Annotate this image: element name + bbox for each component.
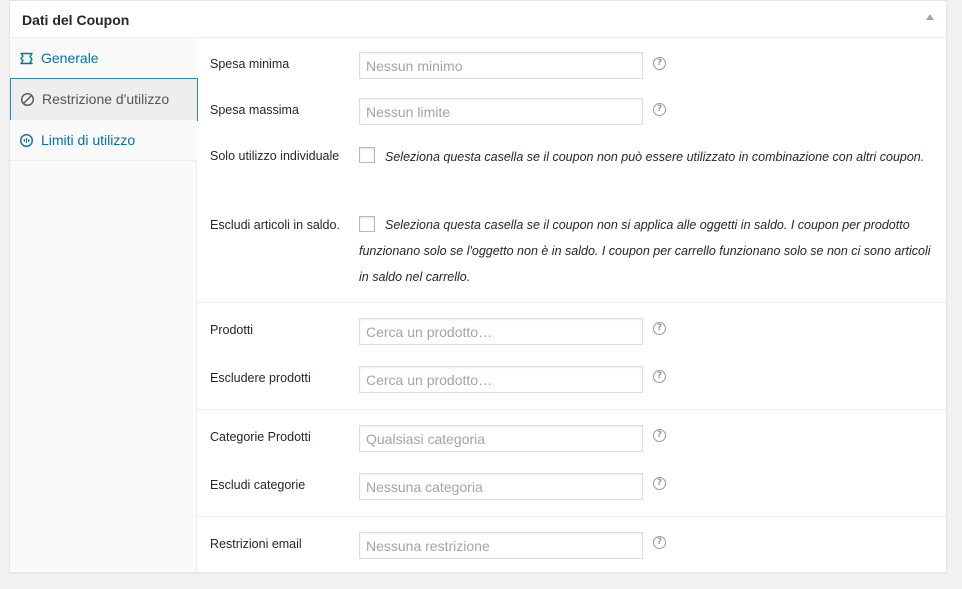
exclude-sale-items-label: Escludi articoli in saldo. — [210, 218, 340, 232]
tab-generale[interactable]: Generale — [10, 38, 197, 79]
help-icon[interactable]: ? — [653, 57, 666, 70]
products-search-input[interactable] — [359, 318, 643, 345]
exclude-sale-items-description: Seleziona questa casella se il coupon no… — [359, 218, 931, 284]
collapse-arrow-icon[interactable] — [926, 14, 934, 20]
maximum-spend-input[interactable] — [359, 98, 643, 125]
individual-use-label: Solo utilizzo individuale — [210, 149, 340, 163]
minimum-spend-input[interactable] — [359, 52, 643, 79]
help-icon[interactable]: ? — [653, 322, 666, 335]
tab-label: Restrizione d'utilizzo — [42, 91, 170, 107]
section-divider — [197, 516, 946, 517]
ticket-icon — [20, 52, 33, 65]
help-icon[interactable]: ? — [653, 370, 666, 383]
product-categories-label: Categorie Prodotti — [210, 430, 311, 444]
maximum-spend-label: Spesa massima — [210, 103, 299, 117]
help-icon[interactable]: ? — [653, 536, 666, 549]
product-categories-input[interactable] — [359, 425, 643, 452]
help-icon[interactable]: ? — [653, 429, 666, 442]
tab-label: Generale — [41, 50, 99, 66]
tab-label: Limiti di utilizzo — [41, 132, 136, 148]
products-label: Prodotti — [210, 323, 254, 337]
exclude-categories-input[interactable] — [359, 473, 643, 500]
exclude-categories-label: Escludi categorie — [210, 478, 306, 492]
coupon-data-metabox: Dati del Coupon Generale Restrizione d'u… — [9, 0, 947, 573]
tab-limiti-utilizzo[interactable]: Limiti di utilizzo — [10, 120, 197, 161]
limits-icon — [19, 133, 34, 148]
exclude-products-label: Escludere prodotti — [210, 371, 311, 385]
email-restrictions-label: Restrizioni email — [210, 537, 302, 551]
tab-restrizione-utilizzo[interactable]: Restrizione d'utilizzo — [10, 78, 198, 121]
section-divider — [197, 302, 946, 303]
individual-use-description: Seleziona questa casella se il coupon no… — [385, 150, 925, 164]
metabox-header[interactable]: Dati del Coupon — [10, 1, 946, 38]
section-divider — [197, 409, 946, 410]
coupon-tabs: Generale Restrizione d'utilizzo Limiti d… — [10, 38, 198, 572]
minimum-spend-label: Spesa minima — [210, 57, 290, 71]
usage-restriction-panel: Spesa minima ? Spesa massima ? Solo util… — [197, 38, 946, 572]
exclude-products-search-input[interactable] — [359, 366, 643, 393]
help-icon[interactable]: ? — [653, 103, 666, 116]
metabox-title: Dati del Coupon — [22, 12, 130, 28]
email-restrictions-input[interactable] — [359, 532, 643, 559]
help-icon[interactable]: ? — [653, 477, 666, 490]
block-icon — [20, 92, 35, 107]
